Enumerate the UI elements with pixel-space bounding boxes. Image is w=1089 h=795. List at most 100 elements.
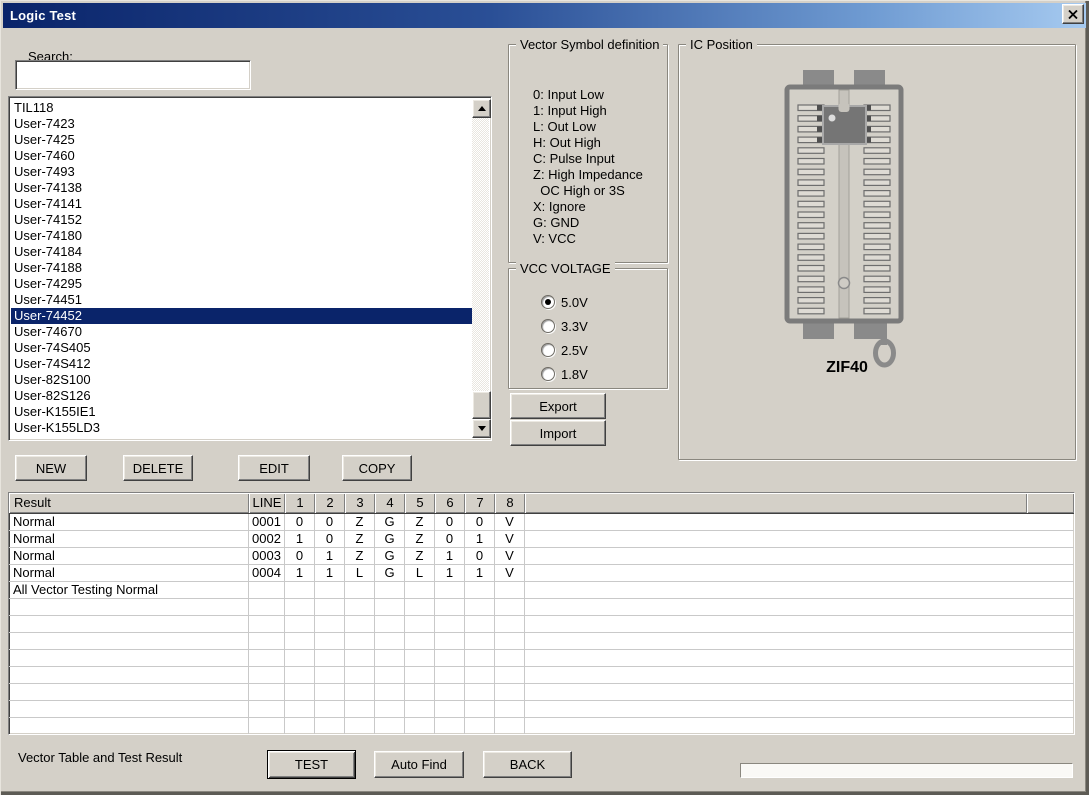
- scroll-down-button[interactable]: [472, 419, 491, 438]
- list-item[interactable]: User-74184: [11, 244, 472, 260]
- table-cell: [375, 616, 405, 633]
- table-cell-filler: [525, 616, 1074, 633]
- table-cell: 1: [435, 548, 465, 565]
- table-cell: Z: [345, 514, 375, 531]
- table-cell: [435, 667, 465, 684]
- table-cell: Z: [405, 531, 435, 548]
- table-cell: [375, 650, 405, 667]
- table-cell: [435, 718, 465, 735]
- table-cell: [435, 599, 465, 616]
- table-cell: [345, 718, 375, 735]
- list-item[interactable]: User-74S405: [11, 340, 472, 356]
- list-item[interactable]: User-82S100: [11, 372, 472, 388]
- table-cell: [285, 633, 315, 650]
- title-bar[interactable]: Logic Test: [3, 3, 1086, 28]
- close-button[interactable]: [1062, 4, 1084, 24]
- triangle-up-icon: [478, 106, 486, 111]
- scrollbar-thumb[interactable]: [472, 391, 491, 419]
- table-cell-filler: [525, 684, 1074, 701]
- vcc-option-1.8V[interactable]: 1.8V: [541, 366, 588, 382]
- table-cell: 1: [465, 531, 495, 548]
- symbol-legend-line: G: GND: [533, 215, 643, 231]
- table-row: [9, 667, 1074, 684]
- delete-button[interactable]: DELETE: [123, 455, 193, 481]
- table-cell: [9, 633, 249, 650]
- list-item[interactable]: User-7493: [11, 164, 472, 180]
- device-list-scrollbar[interactable]: [472, 99, 489, 438]
- list-item[interactable]: User-82S126: [11, 388, 472, 404]
- list-item[interactable]: User-74295: [11, 276, 472, 292]
- table-cell: [375, 684, 405, 701]
- table-cell: [9, 718, 249, 735]
- table-cell: G: [375, 548, 405, 565]
- list-item[interactable]: User-74180: [11, 228, 472, 244]
- table-cell: [345, 684, 375, 701]
- table-cell: [495, 718, 525, 735]
- list-item[interactable]: TIL118: [11, 100, 472, 116]
- table-cell: [375, 701, 405, 718]
- radio-icon[interactable]: [541, 295, 555, 309]
- table-cell: [465, 633, 495, 650]
- table-cell: Z: [345, 548, 375, 565]
- list-item[interactable]: User-74152: [11, 212, 472, 228]
- radio-icon[interactable]: [541, 367, 555, 381]
- back-button[interactable]: BACK: [483, 751, 572, 778]
- search-input[interactable]: [15, 60, 251, 90]
- table-cell: [285, 667, 315, 684]
- table-cell: [345, 650, 375, 667]
- table-cell: [405, 701, 435, 718]
- table-cell-filler: [525, 582, 1074, 599]
- table-cell: [315, 650, 345, 667]
- table-cell: [405, 616, 435, 633]
- table-cell: V: [495, 548, 525, 565]
- copy-button[interactable]: COPY: [342, 455, 412, 481]
- new-button[interactable]: NEW: [15, 455, 87, 481]
- export-button[interactable]: Export: [510, 393, 606, 419]
- list-item[interactable]: User-74670: [11, 324, 472, 340]
- vcc-option-3.3V[interactable]: 3.3V: [541, 318, 588, 334]
- table-cell: [249, 701, 285, 718]
- list-item[interactable]: User-7425: [11, 132, 472, 148]
- zif-socket-label: ZIF40: [807, 359, 887, 377]
- list-item[interactable]: User-7423: [11, 116, 472, 132]
- list-item[interactable]: User-7460: [11, 148, 472, 164]
- table-cell: [249, 650, 285, 667]
- symbol-legend-line: Z: High Impedance: [533, 167, 643, 183]
- list-item[interactable]: User-74451: [11, 292, 472, 308]
- edit-button[interactable]: EDIT: [238, 455, 310, 481]
- table-header-cell: Result: [9, 493, 249, 513]
- test-button[interactable]: TEST: [267, 750, 356, 779]
- list-item[interactable]: User-K155IE1: [11, 404, 472, 420]
- scroll-up-button[interactable]: [472, 99, 491, 118]
- table-cell: 1: [285, 565, 315, 582]
- table-cell-filler: [525, 599, 1074, 616]
- table-cell: [465, 616, 495, 633]
- table-cell: 0: [315, 514, 345, 531]
- table-cell: G: [375, 531, 405, 548]
- table-cell: [9, 616, 249, 633]
- table-row: Normal000210ZGZ01V: [9, 531, 1074, 548]
- device-list: TIL118User-7423User-7425User-7460User-74…: [11, 99, 472, 438]
- list-item[interactable]: User-74138: [11, 180, 472, 196]
- table-cell: 0: [465, 548, 495, 565]
- table-row: All Vector Testing Normal: [9, 582, 1074, 599]
- table-cell: [375, 599, 405, 616]
- list-item[interactable]: User-74141: [11, 196, 472, 212]
- list-item[interactable]: User-74452: [11, 308, 472, 324]
- symbol-legend-line: X: Ignore: [533, 199, 643, 215]
- table-cell: 1: [435, 565, 465, 582]
- table-row: [9, 633, 1074, 650]
- vector-symbol-legend: 0: Input Low1: Input HighL: Out LowH: Ou…: [533, 87, 643, 247]
- auto-find-button[interactable]: Auto Find: [374, 751, 464, 778]
- vcc-option-5.0V[interactable]: 5.0V: [541, 294, 588, 310]
- list-item[interactable]: User-K155LD3: [11, 420, 472, 436]
- vcc-option-2.5V[interactable]: 2.5V: [541, 342, 588, 358]
- table-header-cell: 2: [315, 493, 345, 513]
- list-item[interactable]: User-74S412: [11, 356, 472, 372]
- import-button[interactable]: Import: [510, 420, 606, 446]
- radio-icon[interactable]: [541, 343, 555, 357]
- list-item[interactable]: User-74188: [11, 260, 472, 276]
- radio-icon[interactable]: [541, 319, 555, 333]
- symbol-legend-line: 1: Input High: [533, 103, 643, 119]
- table-cell: Z: [405, 514, 435, 531]
